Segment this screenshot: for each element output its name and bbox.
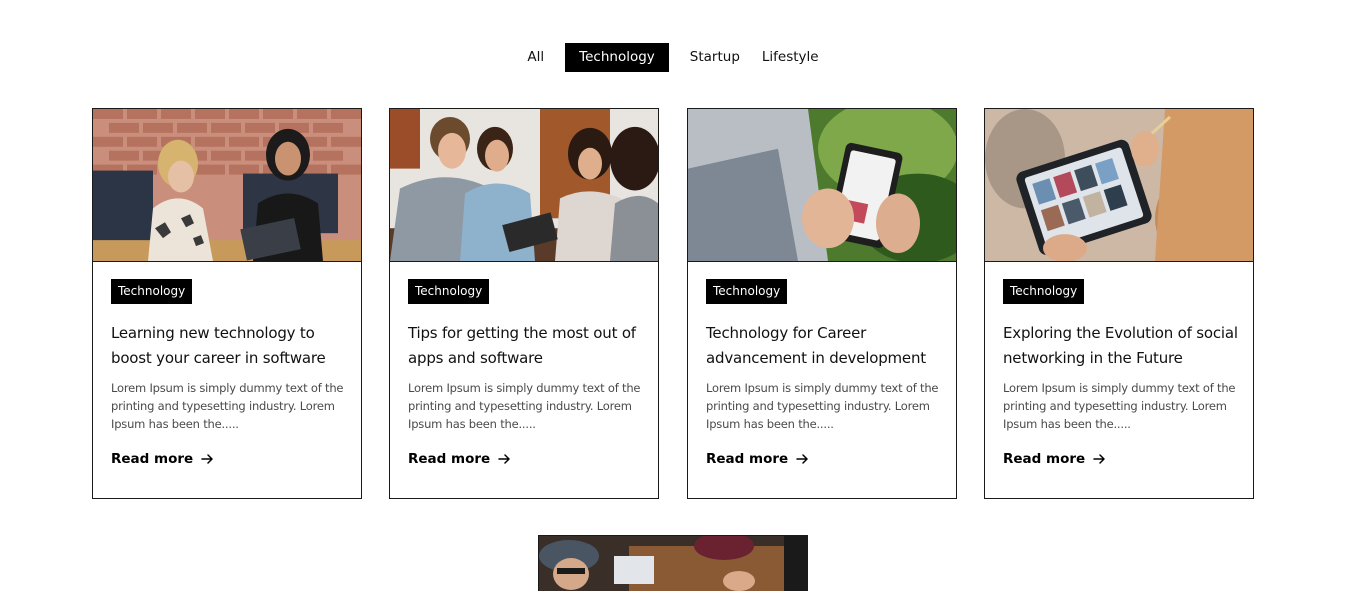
category-badge[interactable]: Technology [111,279,193,304]
smartphone-hands-photo[interactable] [688,109,956,262]
read-more-label: Read more [1003,451,1086,467]
filter-technology[interactable]: Technology [565,43,669,72]
post-excerpt: Lorem Ipsum is simply dummy text of the … [706,381,939,431]
tablet-stylus-photo[interactable] [985,109,1253,262]
group-cafe-photo[interactable] [390,109,658,262]
post-excerpt: Lorem Ipsum is simply dummy text of the … [111,381,344,431]
team-workspace-photo [539,536,807,591]
next-card-thumbnail[interactable] [538,535,808,591]
category-badge[interactable]: Technology [1003,279,1085,304]
blog-card[interactable]: Technology Learning new technology to bo… [92,108,362,499]
category-badge[interactable]: Technology [706,279,788,304]
read-more-link[interactable]: Read more [1003,451,1106,467]
category-badge[interactable]: Technology [408,279,490,304]
filter-all[interactable]: All [516,43,555,72]
arrow-right-icon [796,454,808,464]
read-more-label: Read more [408,451,491,467]
filter-startup[interactable]: Startup [679,43,751,72]
post-title[interactable]: Tips for getting the most out of apps an… [408,321,648,371]
post-title[interactable]: Exploring the Evolution of social networ… [1003,321,1243,371]
read-more-link[interactable]: Read more [111,451,214,467]
blog-card[interactable]: Technology Exploring the Evolution of so… [984,108,1254,499]
post-title[interactable]: Technology for Career advancement in dev… [706,321,946,371]
post-title[interactable]: Learning new technology to boost your ca… [111,321,351,371]
read-more-link[interactable]: Read more [706,451,809,467]
post-excerpt: Lorem Ipsum is simply dummy text of the … [1003,381,1236,431]
category-filter-bar: All Technology Startup Lifestyle [0,43,1346,72]
blog-card[interactable]: Technology Technology for Career advance… [687,108,957,499]
blog-card[interactable]: Technology Tips for getting the most out… [389,108,659,499]
arrow-right-icon [201,454,213,464]
arrow-right-icon [1093,454,1105,464]
read-more-label: Read more [111,451,194,467]
post-excerpt: Lorem Ipsum is simply dummy text of the … [408,381,641,431]
read-more-link[interactable]: Read more [408,451,511,467]
arrow-right-icon [498,454,510,464]
read-more-label: Read more [706,451,789,467]
filter-lifestyle[interactable]: Lifestyle [751,43,830,72]
office-meeting-photo[interactable] [93,109,361,262]
